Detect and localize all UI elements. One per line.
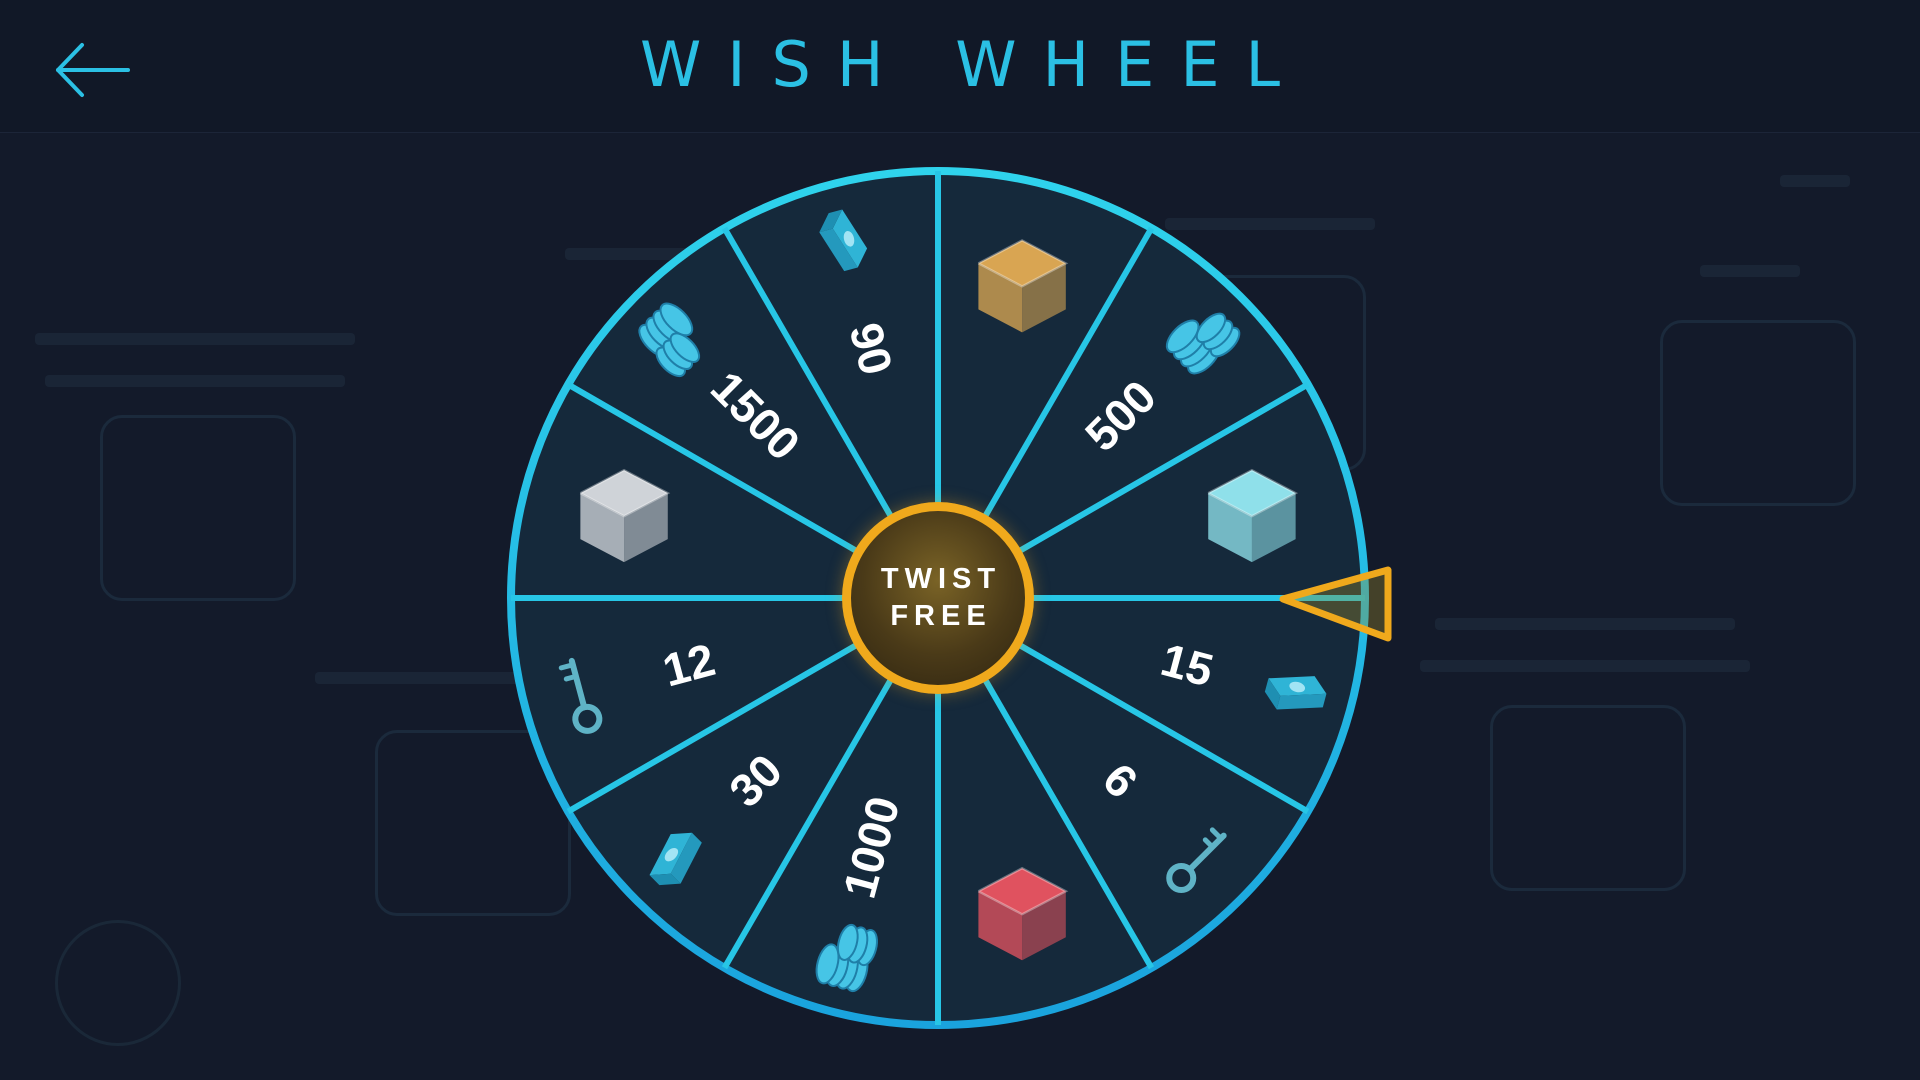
twist-free-button[interactable]: TWIST FREE (842, 502, 1034, 694)
twist-free-line1: TWIST (880, 563, 1002, 595)
twist-free-line2: FREE (890, 600, 992, 632)
